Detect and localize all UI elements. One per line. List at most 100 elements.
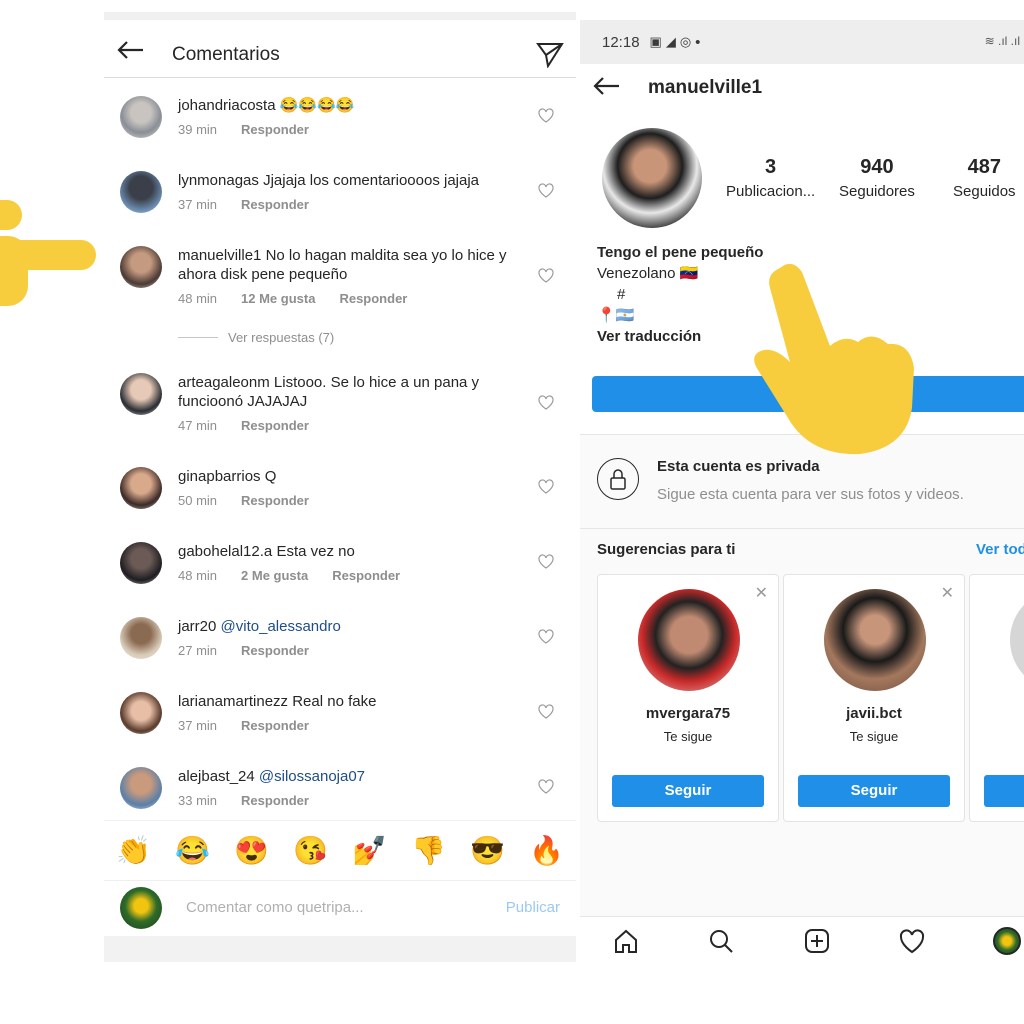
- notification-icons: ▣◢◎: [649, 34, 696, 49]
- following-stat[interactable]: 487 Seguidos: [953, 156, 1016, 200]
- publish-button[interactable]: Publicar: [506, 899, 560, 916]
- heart-eyes-emoji-button[interactable]: 😍: [234, 834, 269, 867]
- reply-button[interactable]: Responder: [241, 793, 309, 808]
- bio-name: Tengo el pene pequeño: [597, 244, 764, 261]
- page-title: Comentarios: [172, 44, 280, 65]
- status-dot: •: [695, 33, 701, 51]
- emoji-quick-bar: 👏 😂 😍 😘 💅 👎 😎 🔥: [104, 820, 576, 880]
- heart-icon[interactable]: [538, 479, 554, 494]
- close-icon[interactable]: ✕: [755, 583, 768, 603]
- avatar[interactable]: [120, 542, 162, 584]
- avatar[interactable]: [120, 246, 162, 288]
- suggestion-card[interactable]: ✕ javii.bct Te sigue Seguir: [783, 574, 965, 822]
- suggestion-username[interactable]: mvergara75: [598, 705, 778, 722]
- reply-button[interactable]: Responder: [241, 493, 309, 508]
- home-icon[interactable]: [612, 927, 640, 955]
- own-avatar: [120, 887, 162, 929]
- thumbs-down-emoji-button[interactable]: 👎: [411, 834, 446, 867]
- comment-time: 50 min: [178, 493, 218, 508]
- private-subtitle: Sigue esta cuenta para ver sus fotos y v…: [657, 486, 964, 503]
- laugh-emoji-button[interactable]: 😂: [175, 834, 210, 867]
- heart-icon[interactable]: [898, 927, 926, 955]
- heart-icon[interactable]: [538, 704, 554, 719]
- reply-button[interactable]: Responder: [332, 568, 400, 583]
- followers-stat[interactable]: 940 Seguidores: [839, 156, 915, 200]
- posts-stat[interactable]: 3 Publicacion...: [726, 156, 815, 200]
- pointing-hand-icon: [754, 263, 914, 455]
- heart-icon[interactable]: [538, 268, 554, 283]
- view-replies-link[interactable]: Ver respuestas (7): [178, 330, 334, 345]
- follow-suggestion-button[interactable]: Seguir: [612, 775, 764, 807]
- reply-button[interactable]: Responder: [241, 418, 309, 433]
- follow-suggestion-button[interactable]: [984, 775, 1024, 807]
- suggestion-username[interactable]: javii.bct: [784, 705, 964, 722]
- suggestion-card[interactable]: [969, 574, 1024, 822]
- avatar[interactable]: [120, 692, 162, 734]
- suggestion-avatar[interactable]: [824, 589, 926, 691]
- back-arrow-icon[interactable]: [592, 76, 620, 96]
- reply-button[interactable]: Responder: [241, 718, 309, 733]
- profile-picture[interactable]: [602, 128, 702, 228]
- comment-username[interactable]: manuelville1: [178, 247, 261, 264]
- profile-screen: 12:18 ▣◢◎ • ≋ .ıl .ıl manuelville1 3 Pub…: [580, 20, 1024, 960]
- avatar[interactable]: [120, 767, 162, 809]
- heart-icon[interactable]: [538, 779, 554, 794]
- search-icon[interactable]: [707, 927, 735, 955]
- reply-button[interactable]: Responder: [339, 291, 407, 306]
- comment-text: Jjajaja los comentarioooos jajaja: [263, 172, 480, 189]
- heart-icon[interactable]: [538, 554, 554, 569]
- private-title: Esta cuenta es privada: [657, 458, 820, 475]
- avatar[interactable]: [120, 96, 162, 138]
- reply-button[interactable]: Responder: [241, 122, 309, 137]
- comment-input[interactable]: Comentar como quetripa...: [186, 899, 364, 916]
- avatar[interactable]: [120, 617, 162, 659]
- comment-username[interactable]: arteagaleonm: [178, 374, 270, 391]
- sunglasses-emoji-button[interactable]: 😎: [470, 834, 505, 867]
- reply-button[interactable]: Responder: [241, 643, 309, 658]
- kiss-emoji-button[interactable]: 😘: [293, 834, 328, 867]
- heart-icon[interactable]: [538, 183, 554, 198]
- profile-username: manuelville1: [648, 77, 763, 98]
- nail-polish-emoji-button[interactable]: 💅: [352, 834, 387, 867]
- close-icon[interactable]: ✕: [941, 583, 954, 603]
- comment-username[interactable]: gabohelal12.a: [178, 543, 272, 560]
- likes-count[interactable]: 2 Me gusta: [241, 568, 308, 583]
- profile-tab-avatar[interactable]: [993, 927, 1021, 955]
- fire-emoji-button[interactable]: 🔥: [529, 834, 564, 867]
- comment-username[interactable]: alejbast_24: [178, 768, 255, 785]
- comment-username[interactable]: larianamartinezz: [178, 693, 288, 710]
- see-all-link[interactable]: Ver todo: [976, 541, 1024, 558]
- follow-suggestion-button[interactable]: Seguir: [798, 775, 950, 807]
- avatar[interactable]: [120, 467, 162, 509]
- send-icon[interactable]: [536, 40, 564, 68]
- comment-username[interactable]: ginapbarrios: [178, 468, 261, 485]
- heart-icon[interactable]: [538, 395, 554, 410]
- heart-icon[interactable]: [538, 629, 554, 644]
- see-translation-link[interactable]: Ver traducción: [597, 326, 763, 347]
- add-post-icon[interactable]: [803, 927, 831, 955]
- divider: [580, 528, 1024, 529]
- followers-label: Seguidores: [839, 183, 915, 200]
- comment-mention[interactable]: @silossanoja07: [259, 768, 365, 785]
- bio-line: #: [617, 286, 626, 303]
- comment-time: 37 min: [178, 718, 218, 733]
- comment-time: 39 min: [178, 122, 218, 137]
- likes-count[interactable]: 12 Me gusta: [241, 291, 315, 306]
- suggestion-card[interactable]: ✕ mvergara75 Te sigue Seguir: [597, 574, 779, 822]
- avatar[interactable]: [120, 373, 162, 415]
- back-arrow-icon[interactable]: [116, 40, 144, 60]
- comment-username[interactable]: lynmonagas: [178, 172, 259, 189]
- posts-count: 3: [765, 156, 777, 178]
- comment-username[interactable]: jarr20: [178, 618, 216, 635]
- avatar[interactable]: [120, 171, 162, 213]
- clap-emoji-button[interactable]: 👏: [116, 834, 151, 867]
- suggestion-avatar[interactable]: [638, 589, 740, 691]
- comment-mention[interactable]: @vito_alessandro: [221, 618, 341, 635]
- comment-text: 😂😂😂😂: [279, 97, 355, 114]
- heart-icon[interactable]: [538, 108, 554, 123]
- comment-username[interactable]: johandriacosta: [178, 97, 276, 114]
- reply-button[interactable]: Responder: [241, 197, 309, 212]
- pointing-hand-icon: [0, 200, 96, 306]
- divider: [178, 337, 218, 338]
- suggestion-avatar[interactable]: [1010, 589, 1024, 691]
